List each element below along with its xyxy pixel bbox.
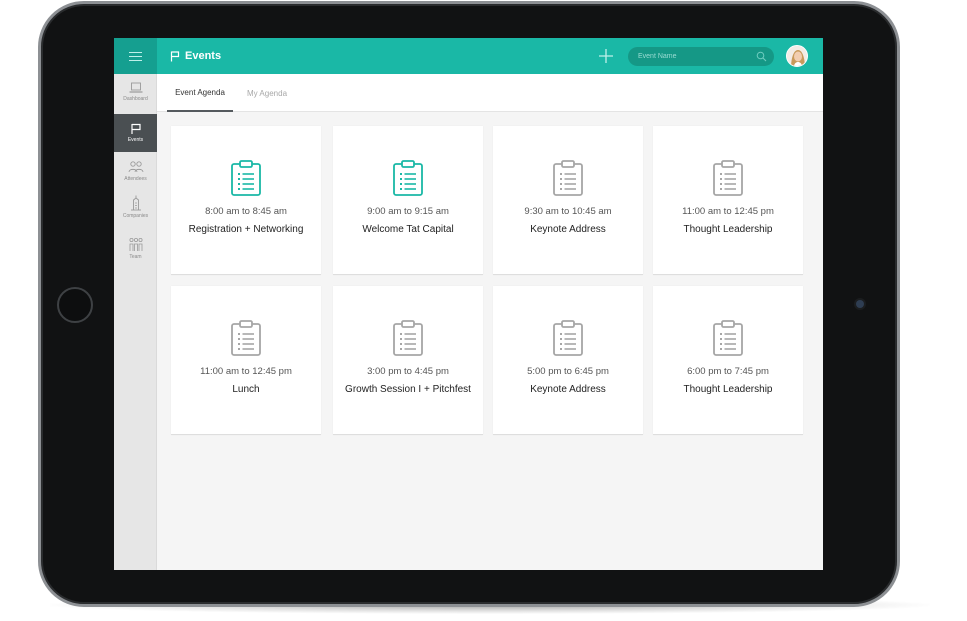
- clipboard-icon: [553, 160, 583, 196]
- team-icon: [128, 237, 142, 251]
- event-time: 9:30 am to 10:45 am: [524, 206, 612, 217]
- sidebar-item-dashboard[interactable]: Dashboard: [114, 82, 157, 110]
- event-time: 3:00 pm to 4:45 pm: [367, 366, 449, 377]
- event-time: 6:00 pm to 7:45 pm: [687, 366, 769, 377]
- event-title: Thought Leadership: [683, 224, 773, 235]
- search-input[interactable]: [638, 47, 750, 66]
- event-title: Keynote Address: [530, 384, 606, 395]
- clipboard-icon: [553, 320, 583, 356]
- event-time: 11:00 am to 12:45 pm: [200, 366, 292, 377]
- event-time: 11:00 am to 12:45 pm: [682, 206, 774, 217]
- tab-bar: Event Agenda My Agenda: [157, 74, 823, 112]
- sidebar-item-label: Team: [129, 254, 142, 260]
- sidebar-item-label: Events: [127, 137, 144, 143]
- tab-event-agenda[interactable]: Event Agenda: [167, 74, 233, 112]
- event-card[interactable]: 6:00 pm to 7:45 pm Thought Leadership: [653, 286, 803, 435]
- flag-icon: [170, 50, 180, 61]
- sidebar: Dashboard Events Attendees Companies Tea…: [114, 74, 157, 570]
- sidebar-item-companies[interactable]: Companies: [114, 195, 157, 227]
- event-card[interactable]: 9:00 am to 9:15 am Welcome Tat Capital: [333, 126, 483, 275]
- sidebar-item-label: Dashboard: [123, 96, 148, 102]
- search-icon[interactable]: [756, 51, 767, 62]
- laptop-icon: [129, 82, 142, 93]
- event-card[interactable]: 8:00 am to 8:45 am Registration + Networ…: [171, 126, 321, 275]
- page-title: Events: [185, 50, 222, 62]
- event-title: Welcome Tat Capital: [362, 224, 454, 235]
- building-icon: [130, 195, 141, 211]
- event-title: Lunch: [232, 384, 260, 395]
- clipboard-icon: [393, 160, 423, 196]
- event-card[interactable]: 9:30 am to 10:45 am Keynote Address: [493, 126, 643, 275]
- top-bar: Events: [114, 38, 823, 74]
- clipboard-icon: [231, 160, 261, 196]
- event-time: 9:00 am to 9:15 am: [367, 206, 449, 217]
- search-box: [628, 47, 774, 66]
- page-heading: Events: [170, 38, 221, 74]
- flag-icon: [130, 123, 141, 134]
- sidebar-item-team[interactable]: Team: [114, 237, 157, 267]
- event-card[interactable]: 5:00 pm to 6:45 pm Keynote Address: [493, 286, 643, 435]
- menu-button[interactable]: [114, 38, 157, 74]
- event-time: 5:00 pm to 6:45 pm: [527, 366, 609, 377]
- hamburger-icon: [129, 51, 142, 61]
- clipboard-icon: [713, 160, 743, 196]
- sidebar-item-attendees[interactable]: Attendees: [114, 160, 157, 190]
- event-card-grid: 8:00 am to 8:45 am Registration + Networ…: [171, 126, 803, 436]
- clipboard-icon: [713, 320, 743, 356]
- sidebar-item-events[interactable]: Events: [114, 114, 157, 152]
- event-card[interactable]: 11:00 am to 12:45 pm Lunch: [171, 286, 321, 435]
- event-card[interactable]: 11:00 am to 12:45 pm Thought Leadership: [653, 126, 803, 275]
- event-time: 8:00 am to 8:45 am: [205, 206, 287, 217]
- app-screen: Events Dashboard: [114, 38, 823, 570]
- event-title: Thought Leadership: [683, 384, 773, 395]
- people-icon: [128, 161, 143, 173]
- event-card[interactable]: 3:00 pm to 4:45 pm Growth Session I + Pi…: [333, 286, 483, 435]
- sidebar-item-label: Attendees: [124, 176, 147, 182]
- add-event-button[interactable]: [598, 48, 614, 64]
- front-camera: [856, 300, 864, 308]
- clipboard-icon: [393, 320, 423, 356]
- event-title: Registration + Networking: [188, 224, 304, 235]
- avatar-image: [787, 46, 807, 66]
- home-button[interactable]: [57, 287, 93, 323]
- clipboard-icon: [231, 320, 261, 356]
- tab-my-agenda[interactable]: My Agenda: [237, 74, 297, 112]
- event-title: Keynote Address: [530, 224, 606, 235]
- event-title: Growth Session I + Pitchfest: [345, 384, 471, 395]
- sidebar-item-label: Companies: [122, 213, 149, 219]
- user-avatar[interactable]: [786, 45, 808, 67]
